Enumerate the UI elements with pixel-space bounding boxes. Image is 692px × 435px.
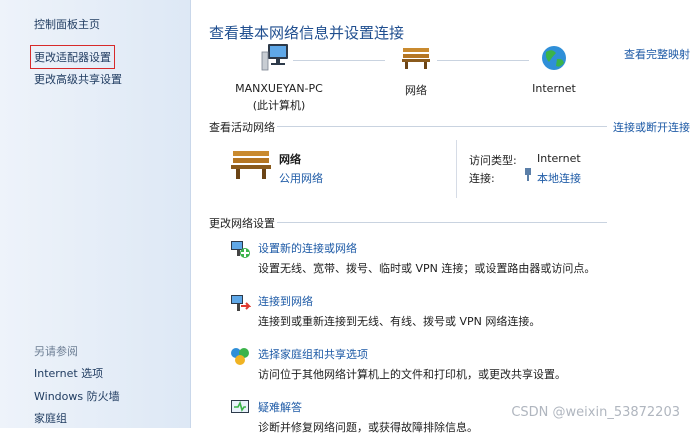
page-title: 查看基本网络信息并设置连接 <box>209 24 405 42</box>
task-new-connection-link[interactable]: 设置新的连接或网络 <box>258 240 357 256</box>
troubleshoot-icon <box>231 400 249 413</box>
task-troubleshoot-link[interactable]: 疑难解答 <box>258 399 302 415</box>
task-connect-network-desc: 连接到或重新连接到无线、有线、拨号或 VPN 网络连接。 <box>258 315 541 328</box>
sidebar: 控制面板主页 更改适配器设置 更改高级共享设置 另请参阅 Internet 选项… <box>0 0 191 428</box>
sidebar-item-homegroup[interactable]: 家庭组 <box>34 410 67 426</box>
map-line-pc-network <box>293 60 385 61</box>
task-homegroup-link[interactable]: 选择家庭组和共享选项 <box>258 346 368 362</box>
view-full-map-link[interactable]: 查看完整映射 <box>624 46 690 62</box>
change-settings-divider <box>277 222 607 223</box>
active-network-name: 网络 <box>279 153 301 166</box>
task-troubleshoot-desc: 诊断并修复网络问题，或获得故障排除信息。 <box>258 421 478 434</box>
homegroup-icon <box>231 348 249 365</box>
local-connection-link[interactable]: 本地连接 <box>537 170 581 186</box>
computer-name: MANXUEYAN-PC <box>235 82 323 95</box>
sidebar-item-control-panel-home[interactable]: 控制面板主页 <box>34 16 100 32</box>
change-settings-heading: 更改网络设置 <box>209 217 275 230</box>
access-type-value: Internet <box>537 152 581 165</box>
sidebar-item-windows-firewall[interactable]: Windows 防火墙 <box>34 388 120 404</box>
connect-disconnect-link[interactable]: 连接或断开连接 <box>613 119 690 135</box>
computer-icon <box>261 44 288 71</box>
globe-internet-icon <box>542 46 566 70</box>
task-new-connection-desc: 设置无线、宽带、拨号、临时或 VPN 连接；或设置路由器或访问点。 <box>258 262 596 275</box>
local-connection-icon <box>525 168 531 181</box>
new-connection-icon <box>231 241 250 258</box>
task-homegroup-desc: 访问位于其他网络计算机上的文件和打印机，或更改共享设置。 <box>258 368 566 381</box>
computer-subtitle: (此计算机) <box>252 99 306 112</box>
sidebar-item-advanced-sharing[interactable]: 更改高级共享设置 <box>34 71 122 87</box>
bench-network-icon <box>402 48 430 69</box>
active-network-heading: 查看活动网络 <box>209 121 275 134</box>
active-network-divider <box>277 126 607 127</box>
access-type-label: 访问类型: <box>469 154 517 167</box>
public-network-link[interactable]: 公用网络 <box>279 170 323 186</box>
internet-label: Internet <box>532 82 576 95</box>
bench-active-network-icon <box>231 151 271 179</box>
csdn-watermark: CSDN @weixin_53872203 <box>511 405 680 420</box>
sidebar-item-internet-options[interactable]: Internet 选项 <box>34 365 103 381</box>
connection-label: 连接: <box>469 172 495 185</box>
main-content: 查看基本网络信息并设置连接 查看完整映射 MANXUEYAN-PC (此计算机)… <box>191 0 692 434</box>
task-connect-network-link[interactable]: 连接到网络 <box>258 293 313 309</box>
map-line-network-internet <box>437 60 529 61</box>
active-network-divider-vertical <box>456 140 457 198</box>
see-also-label: 另请参阅 <box>34 345 78 358</box>
network-label: 网络 <box>405 84 427 97</box>
connect-network-icon <box>231 295 251 311</box>
sidebar-item-change-adapter-settings[interactable]: 更改适配器设置 <box>30 45 115 69</box>
